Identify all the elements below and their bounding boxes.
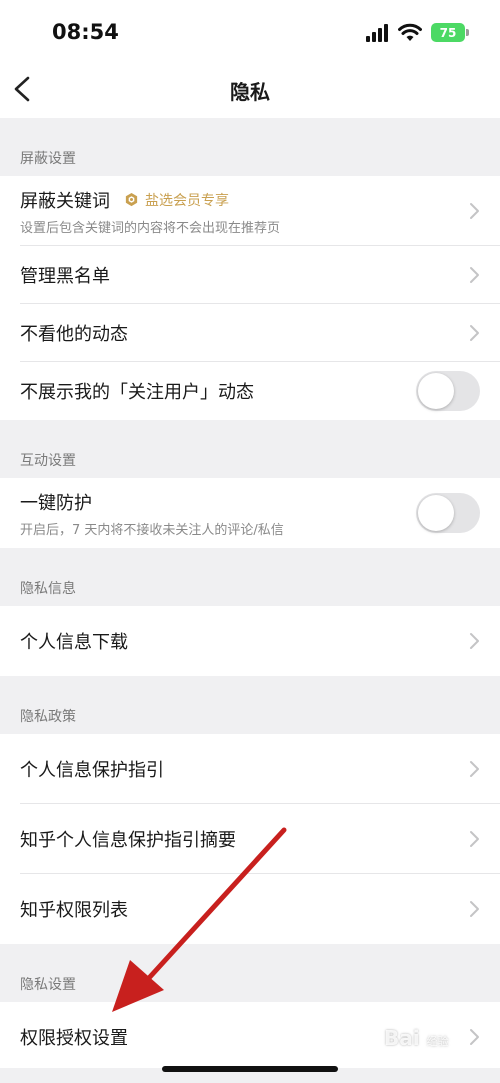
chevron-right-icon xyxy=(470,1029,479,1045)
section-header-interaction: 互动设置 xyxy=(0,420,500,478)
battery-level: 75 xyxy=(439,25,457,40)
vip-badge-label: 盐选会员专享 xyxy=(145,192,229,209)
row-title-authorization: 权限授权设置 xyxy=(20,1028,128,1049)
row-title-permissions: 知乎权限列表 xyxy=(20,900,128,921)
wifi-icon xyxy=(398,23,422,41)
chevron-right-icon xyxy=(470,831,479,847)
cellular-signal-icon xyxy=(366,24,388,42)
row-title-download: 个人信息下载 xyxy=(20,632,128,653)
hide-follow-toggle[interactable] xyxy=(416,371,480,411)
section-header-block: 屏蔽设置 xyxy=(0,118,500,176)
row-title-guide: 个人信息保护指引 xyxy=(20,760,164,781)
settings-list: 屏蔽设置 屏蔽关键词 盐选会员专享 设置后包含关键词的内容将不会出现在推荐页 管… xyxy=(0,118,500,1072)
toggle-knob xyxy=(418,495,454,531)
row-policy-permissions[interactable]: 知乎权限列表 xyxy=(0,874,500,944)
row-authorization-settings[interactable]: 权限授权设置 xyxy=(0,1002,500,1072)
chevron-right-icon xyxy=(470,325,479,341)
battery-icon: 75 xyxy=(431,23,469,42)
row-one-click-protect: 一键防护 开启后，7 天内将不接收未关注人的评论/私信 xyxy=(0,478,500,548)
row-block-keywords[interactable]: 屏蔽关键词 盐选会员专享 设置后包含关键词的内容将不会出现在推荐页 xyxy=(0,176,500,246)
row-blacklist[interactable]: 管理黑名单 xyxy=(0,246,500,304)
row-hide-follow-activity: 不展示我的「关注用户」动态 xyxy=(0,362,500,420)
protect-toggle[interactable] xyxy=(416,493,480,533)
chevron-right-icon xyxy=(470,203,479,219)
chevron-right-icon xyxy=(470,761,479,777)
section-header-policy: 隐私政策 xyxy=(0,676,500,734)
vip-badge: 盐选会员专享 xyxy=(124,190,229,210)
row-subtitle-keywords: 设置后包含关键词的内容将不会出现在推荐页 xyxy=(20,220,281,236)
row-policy-guide[interactable]: 个人信息保护指引 xyxy=(0,734,500,804)
page-title: 隐私 xyxy=(230,80,270,104)
row-policy-summary[interactable]: 知乎个人信息保护指引摘要 xyxy=(0,804,500,874)
home-indicator xyxy=(162,1066,338,1072)
section-header-info: 隐私信息 xyxy=(0,548,500,606)
status-bar: 08:54 75 xyxy=(0,0,500,62)
row-hide-his-activity[interactable]: 不看他的动态 xyxy=(0,304,500,362)
row-title-blacklist: 管理黑名单 xyxy=(20,266,110,287)
chevron-right-icon xyxy=(470,267,479,283)
row-info-download[interactable]: 个人信息下载 xyxy=(0,606,500,676)
chevron-right-icon xyxy=(470,633,479,649)
row-title-summary: 知乎个人信息保护指引摘要 xyxy=(20,830,236,851)
row-title-hide-his: 不看他的动态 xyxy=(20,324,128,345)
section-header-settings: 隐私设置 xyxy=(0,944,500,1002)
vip-hexagon-icon xyxy=(125,192,138,207)
chevron-right-icon xyxy=(470,901,479,917)
nav-bar: 隐私 xyxy=(0,62,500,118)
toggle-knob xyxy=(418,373,454,409)
row-title-keywords: 屏蔽关键词 xyxy=(20,190,110,212)
status-time: 08:54 xyxy=(52,20,119,44)
